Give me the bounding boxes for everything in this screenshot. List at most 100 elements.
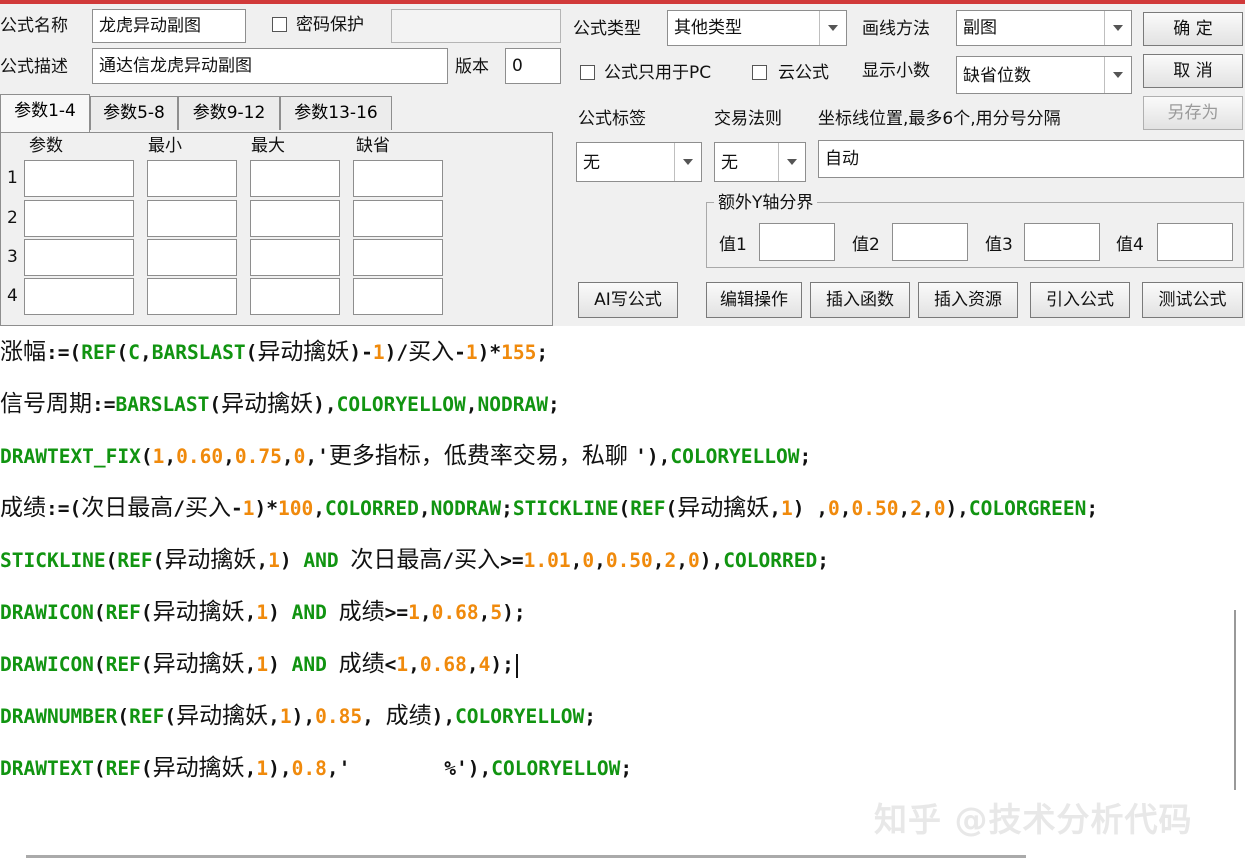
- scrollbar-thumb[interactable]: [1234, 610, 1236, 790]
- code-token: )*: [254, 497, 278, 520]
- param-max-input[interactable]: [250, 200, 340, 237]
- code-token: 0: [827, 497, 840, 520]
- insert-function-button[interactable]: 插入函数: [810, 282, 910, 318]
- code-token: ) ,: [792, 497, 828, 520]
- horizontal-scrollbar[interactable]: [26, 855, 1026, 858]
- extra-y-value-2-input[interactable]: [892, 223, 968, 261]
- code-token: (: [665, 497, 678, 520]
- code-token: REF: [630, 497, 666, 520]
- param-name-input[interactable]: [24, 278, 134, 315]
- param-default-input[interactable]: [353, 239, 443, 276]
- param-name-input[interactable]: [24, 200, 134, 237]
- param-default-input[interactable]: [353, 160, 443, 197]
- param-default-input[interactable]: [353, 200, 443, 237]
- text-caret: [515, 653, 518, 678]
- param-max-input[interactable]: [250, 160, 340, 197]
- code-token: 1: [268, 549, 280, 572]
- extra-y-value-4-input[interactable]: [1157, 223, 1233, 261]
- code-token: COLORGREEN: [968, 497, 1087, 520]
- code-token: 异动擒妖: [152, 599, 245, 625]
- code-token: 4: [478, 653, 491, 676]
- param-min-input[interactable]: [147, 239, 237, 276]
- tab-params-13-16[interactable]: 参数13-16: [280, 96, 392, 130]
- test-formula-button[interactable]: 测试公式: [1142, 282, 1243, 318]
- edit-operation-button[interactable]: 编辑操作: [706, 282, 802, 318]
- code-token: 1: [780, 497, 793, 520]
- chevron-down-icon: [1104, 57, 1131, 93]
- code-line: DRAWTEXT(REF(异动擒妖,1),0.8,' %'),COLORYELL…: [0, 742, 632, 795]
- extra-y-value-1-input[interactable]: [759, 223, 835, 261]
- import-formula-button[interactable]: 引入公式: [1030, 282, 1130, 318]
- decimal-select[interactable]: 缺省位数: [956, 56, 1132, 94]
- param-min-input[interactable]: [147, 278, 237, 315]
- version-input[interactable]: 0: [505, 48, 561, 84]
- param-max-input[interactable]: [250, 278, 340, 315]
- cloud-checkbox[interactable]: [752, 65, 767, 80]
- tag-value: 无: [583, 153, 600, 173]
- ai-formula-button[interactable]: AI写公式: [578, 282, 678, 318]
- code-token: ,: [418, 497, 431, 520]
- code-token: AND: [303, 549, 339, 572]
- ok-button[interactable]: 确 定: [1143, 12, 1243, 46]
- axis-input[interactable]: 自动: [818, 140, 1244, 178]
- param-min-input[interactable]: [147, 160, 237, 197]
- code-token: ,: [921, 497, 934, 520]
- trade-rule-label: 交易法则: [714, 109, 782, 129]
- code-token: 0: [582, 549, 595, 572]
- code-token: ;: [501, 497, 513, 520]
- code-token: ,: [839, 497, 852, 520]
- param-default-input[interactable]: [353, 278, 443, 315]
- formula-desc-input[interactable]: 通达信龙虎异动副图: [92, 48, 448, 84]
- code-token: );: [490, 653, 514, 676]
- code-token: STICKLINE: [512, 497, 619, 520]
- code-token: >=: [500, 549, 524, 572]
- pc-only-checkbox[interactable]: [580, 65, 595, 80]
- vertical-scrollbar[interactable]: [1225, 330, 1245, 857]
- draw-method-select[interactable]: 副图: [956, 10, 1132, 46]
- code-token: ,: [244, 757, 257, 780]
- cancel-button[interactable]: 取 消: [1143, 54, 1243, 88]
- insert-resource-button[interactable]: 插入资源: [918, 282, 1018, 318]
- code-token: 1: [465, 341, 478, 364]
- param-row-number: 3: [7, 247, 18, 267]
- code-token: REF: [105, 601, 141, 624]
- code-token: ;: [620, 757, 633, 780]
- code-token: 异动擒妖: [152, 651, 245, 677]
- code-token: 异动擒妖: [221, 391, 314, 417]
- extra-y-value-3-input[interactable]: [1024, 223, 1100, 261]
- trade-rule-select[interactable]: 无: [714, 142, 806, 182]
- param-max-input[interactable]: [250, 239, 340, 276]
- param-table: 参数 最小 最大 缺省 1 2 3 4: [0, 132, 553, 326]
- tag-select[interactable]: 无: [576, 142, 702, 182]
- pc-only-label: 公式只用于PC: [604, 63, 712, 83]
- code-token: (: [105, 549, 118, 572]
- password-input[interactable]: [391, 9, 561, 43]
- code-token: >=: [384, 601, 409, 624]
- code-token: )/: [384, 341, 409, 364]
- tab-params-9-12[interactable]: 参数9-12: [178, 96, 280, 130]
- code-token: -: [230, 497, 243, 520]
- param-name-input[interactable]: [24, 239, 134, 276]
- param-name-input[interactable]: [24, 160, 134, 197]
- code-token: (: [140, 653, 153, 676]
- code-token: REF: [105, 653, 141, 676]
- code-token: (: [209, 393, 222, 416]
- code-token: ,: [594, 549, 606, 572]
- code-editor[interactable]: 涨幅:=(REF(C,BARSLAST(异动擒妖)-1)/买入-1)*155; 信…: [0, 326, 1245, 867]
- password-checkbox[interactable]: [272, 17, 287, 32]
- code-token: REF: [105, 757, 141, 780]
- save-as-button[interactable]: 另存为: [1143, 96, 1243, 130]
- param-min-input[interactable]: [147, 200, 237, 237]
- code-token: ,: [313, 497, 325, 520]
- param-header-max: 最大: [251, 136, 285, 156]
- code-line: DRAWICON(REF(异动擒妖,1) AND 成绩>=1,0.68,5);: [0, 586, 526, 639]
- code-token: 次日最高: [81, 495, 174, 521]
- formula-type-select[interactable]: 其他类型: [667, 10, 847, 46]
- code-token: 异动擒妖: [176, 703, 269, 729]
- tab-params-5-8[interactable]: 参数5-8: [90, 96, 178, 130]
- formula-name-input[interactable]: 龙虎异动副图: [92, 9, 246, 43]
- code-token: (: [93, 653, 106, 676]
- tab-params-1-4[interactable]: 参数1-4: [0, 94, 90, 132]
- extra-y-value-1-label: 值1: [719, 235, 747, 255]
